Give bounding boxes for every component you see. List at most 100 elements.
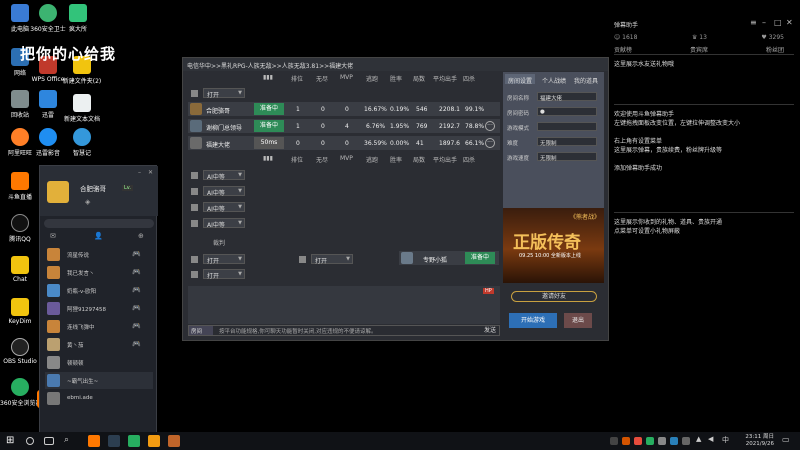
tray-icon[interactable]: [646, 437, 654, 445]
chevron-down-icon: ▼: [238, 220, 242, 226]
message-line: 右上角有设置菜单: [614, 138, 663, 145]
avatar[interactable]: [47, 181, 69, 203]
desktop-icon-chat[interactable]: Chat: [0, 256, 40, 283]
tab-chat-icon[interactable]: ✉: [50, 232, 56, 240]
desktop-icon-obs[interactable]: OBS Studio: [0, 338, 40, 365]
friend-item[interactable]: 连线飞弹中 🎮: [45, 318, 153, 335]
friend-item[interactable]: 流星传说 🎮: [45, 246, 153, 263]
tab-fanclub[interactable]: 粉丝团: [766, 45, 784, 54]
douyu-icon[interactable]: [88, 435, 100, 447]
close-icon[interactable]: ✕: [786, 18, 793, 27]
settings-icon[interactable]: ◈: [85, 198, 90, 206]
windows-start-icon[interactable]: ⊞: [6, 435, 18, 447]
maximize-icon[interactable]: □: [774, 18, 782, 27]
room-password-field[interactable]: ●: [537, 107, 597, 116]
network-icon[interactable]: ▲: [696, 435, 708, 447]
slot-icon: [191, 204, 198, 211]
clock[interactable]: 23:11 周日 2021/9/26: [745, 434, 774, 448]
desktop-icon-zhihuiji[interactable]: 智慧记: [62, 128, 102, 157]
tray-icon[interactable]: [610, 437, 618, 445]
panel-tabs: 贡献榜 贵宾席 粉丝团: [614, 45, 784, 54]
ai-slot-dropdown[interactable]: AI中等 ▼: [203, 170, 245, 181]
ready-status: 准备中: [254, 103, 284, 115]
ai-slot-dropdown[interactable]: AI中等 ▼: [203, 186, 245, 197]
player-row[interactable]: 合肥骆哥 准备中 1 0 0 16.67% 0.19% 546 2208.1 9…: [188, 102, 500, 116]
more-icon[interactable]: ···: [485, 121, 495, 131]
friend-item[interactable]: 黄丶茄 🎮: [45, 336, 153, 353]
tray-icon[interactable]: [682, 437, 690, 445]
desktop-icon-douyu-live[interactable]: 斗鱼直播: [0, 172, 40, 201]
friend-item[interactable]: 我已发言丶 🎮: [45, 264, 153, 281]
observer-dropdown[interactable]: 打开 ▼: [203, 269, 245, 280]
header-games: 局数: [413, 157, 426, 164]
slot-icon: [191, 90, 198, 97]
slot-dropdown[interactable]: 打开 ▼: [203, 88, 245, 99]
friend-item[interactable]: 奶瓶-v-欧阳 🎮: [45, 282, 153, 299]
tray-icon[interactable]: [622, 437, 630, 445]
cortana-icon[interactable]: [26, 437, 34, 445]
tab-personal-record[interactable]: 个人战绩: [539, 74, 569, 85]
desktop-icon-keydim[interactable]: KeyDim: [0, 298, 40, 325]
tab-add-icon[interactable]: ⊕: [138, 232, 144, 240]
tab-contribution[interactable]: 贡献榜: [614, 45, 632, 54]
avatar: [47, 266, 60, 279]
host-row[interactable]: 专野小狐 准备中: [399, 251, 499, 265]
shield-icon: [39, 4, 57, 22]
observer-dropdown[interactable]: 打开 ▼: [203, 254, 245, 265]
game-icon[interactable]: [168, 435, 180, 447]
send-button[interactable]: 发送: [479, 325, 501, 336]
user-name: 合肥骆哥: [80, 185, 106, 193]
ai-slot-dropdown[interactable]: AI中等 ▼: [203, 202, 245, 213]
chat-channel[interactable]: 房间: [189, 326, 213, 335]
desktop-icon-feishu[interactable]: 疯大所: [58, 4, 98, 33]
stat-fans: ☺ 1618: [614, 34, 638, 41]
chat-input[interactable]: 房间 按平台功能规格,你可聊天功能暂时关闭,对应违规的不便请谅解。: [188, 325, 500, 336]
browser-icon[interactable]: [128, 435, 140, 447]
start-game-button[interactable]: 开始游戏: [509, 313, 557, 328]
banner-subtitle: 09.25 10:00 全新版本上线: [519, 253, 581, 259]
volume-icon[interactable]: ◀: [708, 435, 720, 447]
header-winrate: 胜率: [390, 157, 403, 164]
speed-select[interactable]: 无限制: [537, 152, 597, 162]
tab-friends-icon[interactable]: 👤: [94, 232, 103, 240]
ad-banner[interactable]: 《熊者战》 正版传奇 09.25 10:00 全新版本上线: [503, 208, 604, 283]
player-row[interactable]: 谢柳门总领导 准备中 1 0 4 6.76% 1.95% 769 2192.7 …: [188, 119, 500, 133]
chat-notice: 按平台功能规格,你可聊天功能暂时关闭,对应违规的不便请谅解。: [219, 329, 377, 335]
more-icon[interactable]: ···: [485, 138, 495, 148]
header-quad: 四杀: [463, 76, 476, 83]
search-icon[interactable]: ⌕: [64, 435, 76, 447]
ai-slot-dropdown[interactable]: AI中等 ▼: [203, 218, 245, 229]
tray-icon[interactable]: [670, 437, 678, 445]
avatar: [47, 248, 60, 261]
friend-item[interactable]: ~霸气出生~: [45, 372, 153, 389]
friend-search-input[interactable]: [44, 219, 154, 228]
divider: [614, 104, 794, 105]
notification-icon[interactable]: ▭: [782, 435, 794, 447]
room-name-field[interactable]: 福建大佬: [537, 92, 597, 102]
desktop-icon-text-doc[interactable]: 新建文本文档: [62, 94, 102, 123]
friend-item[interactable]: 顿顿顿: [45, 354, 153, 371]
friend-item[interactable]: ebmi.ade: [45, 390, 153, 407]
tab-vip[interactable]: 贵宾席: [690, 45, 708, 54]
menu-icon[interactable]: ≡: [750, 18, 757, 27]
app-icon[interactable]: [148, 435, 160, 447]
obs-icon[interactable]: [108, 435, 120, 447]
invite-friends-button[interactable]: 邀请好友: [511, 291, 597, 302]
minimize-icon[interactable]: –: [762, 18, 766, 27]
tab-my-items[interactable]: 我的道具: [571, 74, 601, 85]
difficulty-select[interactable]: 无限制: [537, 137, 597, 147]
friend-item[interactable]: 阿狸91297458 🎮: [45, 300, 153, 317]
task-view-icon[interactable]: [44, 437, 54, 445]
observer-dropdown[interactable]: 打开 ▼: [311, 254, 353, 265]
tray-icon[interactable]: [634, 437, 642, 445]
player-row[interactable]: 福建大佬 50ms 0 0 0 36.59% 0.00% 41 1897.6 6…: [188, 136, 500, 150]
tab-room-settings[interactable]: 房间设置: [505, 74, 536, 85]
message-line: 点菜单可设置小礼物屏蔽: [614, 228, 681, 235]
exit-button[interactable]: 退出: [564, 313, 592, 328]
minimize-icon[interactable]: –: [138, 169, 141, 176]
ime-icon[interactable]: 中: [722, 435, 734, 447]
close-icon[interactable]: ✕: [148, 169, 153, 176]
tray-icon[interactable]: [658, 437, 666, 445]
desktop-icon-qq[interactable]: 腾讯QQ: [0, 214, 40, 243]
game-mode-select[interactable]: [537, 122, 597, 131]
